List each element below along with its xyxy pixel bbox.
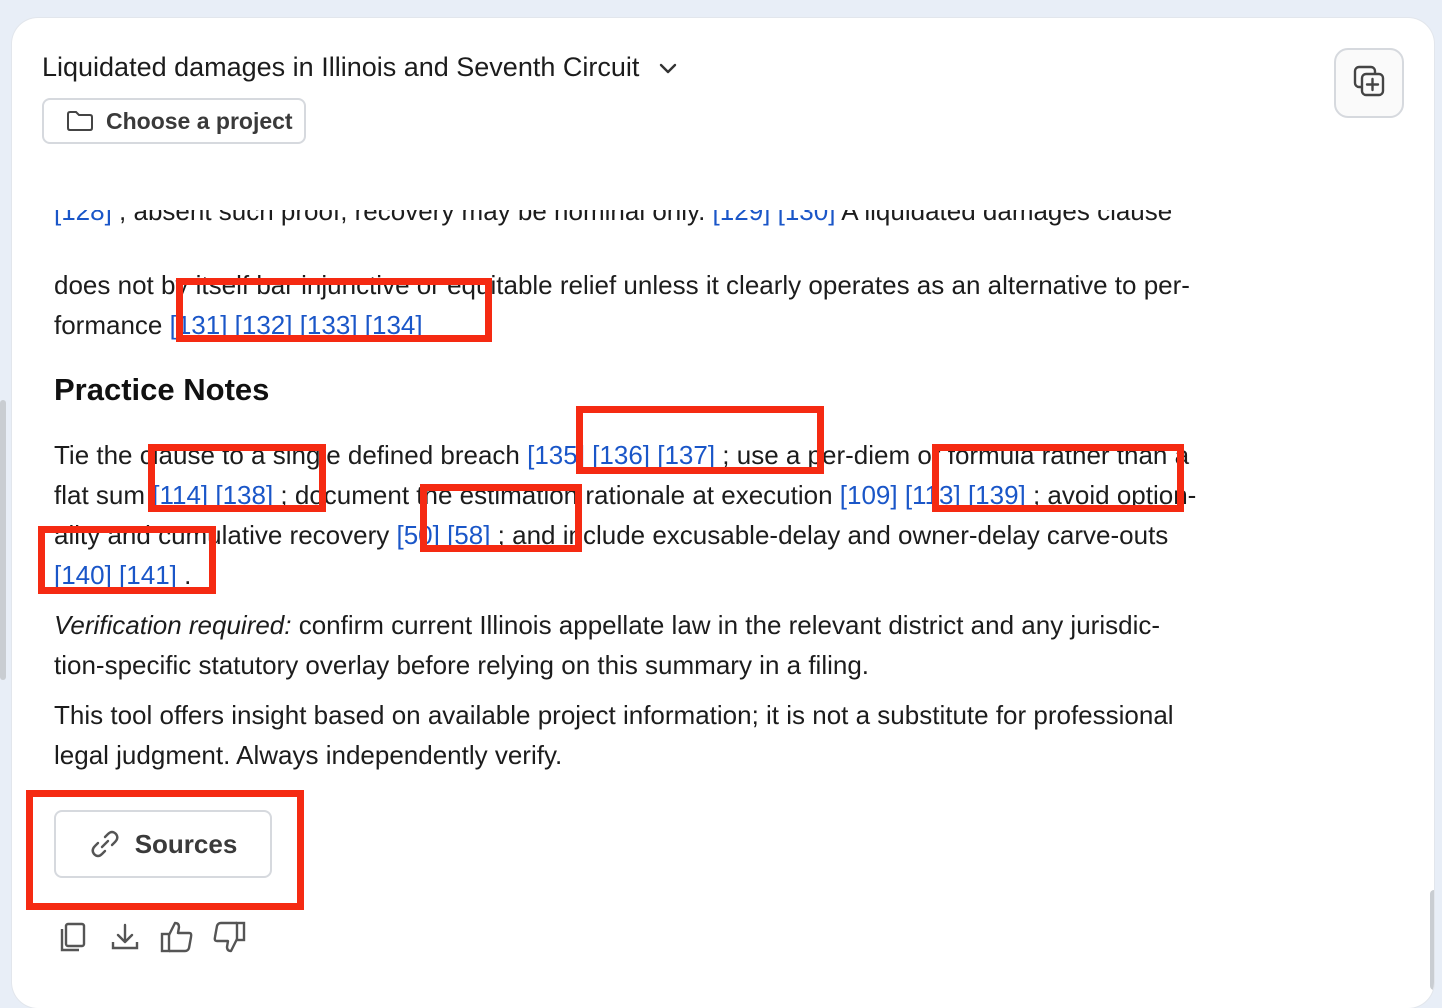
clipped-line: [128] , absent such proof, recovery may …: [54, 210, 1172, 232]
text-span: confirm current Illinois appellate law i…: [291, 610, 1160, 640]
thumbs-down-icon[interactable]: [210, 918, 248, 956]
paragraph-line: ality and cumulative recovery [50] [58] …: [54, 520, 1168, 551]
new-chat-button[interactable]: [1334, 48, 1404, 118]
text-span: ; and include excusable-delay and owner-…: [490, 520, 1169, 550]
choose-project-button[interactable]: Choose a project: [42, 98, 306, 144]
text-span: A liquidated damages clause: [835, 210, 1173, 226]
copy-icon[interactable]: [54, 918, 92, 956]
verification-label: Verification required:: [54, 610, 292, 640]
choose-project-label: Choose a project: [106, 107, 293, 134]
conversation-title[interactable]: Liquidated damages in Illinois and Seven…: [42, 52, 679, 83]
folder-icon: [66, 110, 94, 132]
left-scrollbar[interactable]: [0, 400, 6, 680]
highlight-box: [576, 406, 824, 474]
paragraph-line: Verification required: confirm current I…: [54, 610, 1160, 641]
download-icon[interactable]: [106, 918, 144, 956]
conversation-title-text: Liquidated damages in Illinois and Seven…: [42, 52, 640, 82]
chevron-down-icon[interactable]: [657, 57, 679, 79]
highlight-box: [38, 526, 216, 594]
text-span: , absent such proof, recovery may be nom…: [111, 210, 713, 226]
citation-link[interactable]: [128]: [54, 210, 112, 226]
citation-link[interactable]: [129] [130]: [713, 210, 836, 226]
highlight-box: [932, 444, 1184, 512]
scrollbar-thumb[interactable]: [1430, 890, 1434, 990]
paragraph-line: legal judgment. Always independently ver…: [54, 740, 563, 770]
message-actions: [54, 918, 248, 956]
thumbs-up-icon[interactable]: [158, 918, 196, 956]
paragraph-line: This tool offers insight based on availa…: [54, 700, 1174, 730]
section-heading: Practice Notes: [54, 372, 270, 407]
text-span: formance: [54, 310, 170, 340]
text-span: flat sum: [54, 480, 153, 510]
paragraph-line: tion-specific statutory overlay before r…: [54, 650, 870, 680]
highlight-box: [148, 444, 326, 512]
new-chat-icon: [1351, 63, 1387, 104]
highlight-box: [420, 484, 582, 552]
highlight-box: [26, 790, 304, 910]
highlight-box: [176, 278, 492, 342]
